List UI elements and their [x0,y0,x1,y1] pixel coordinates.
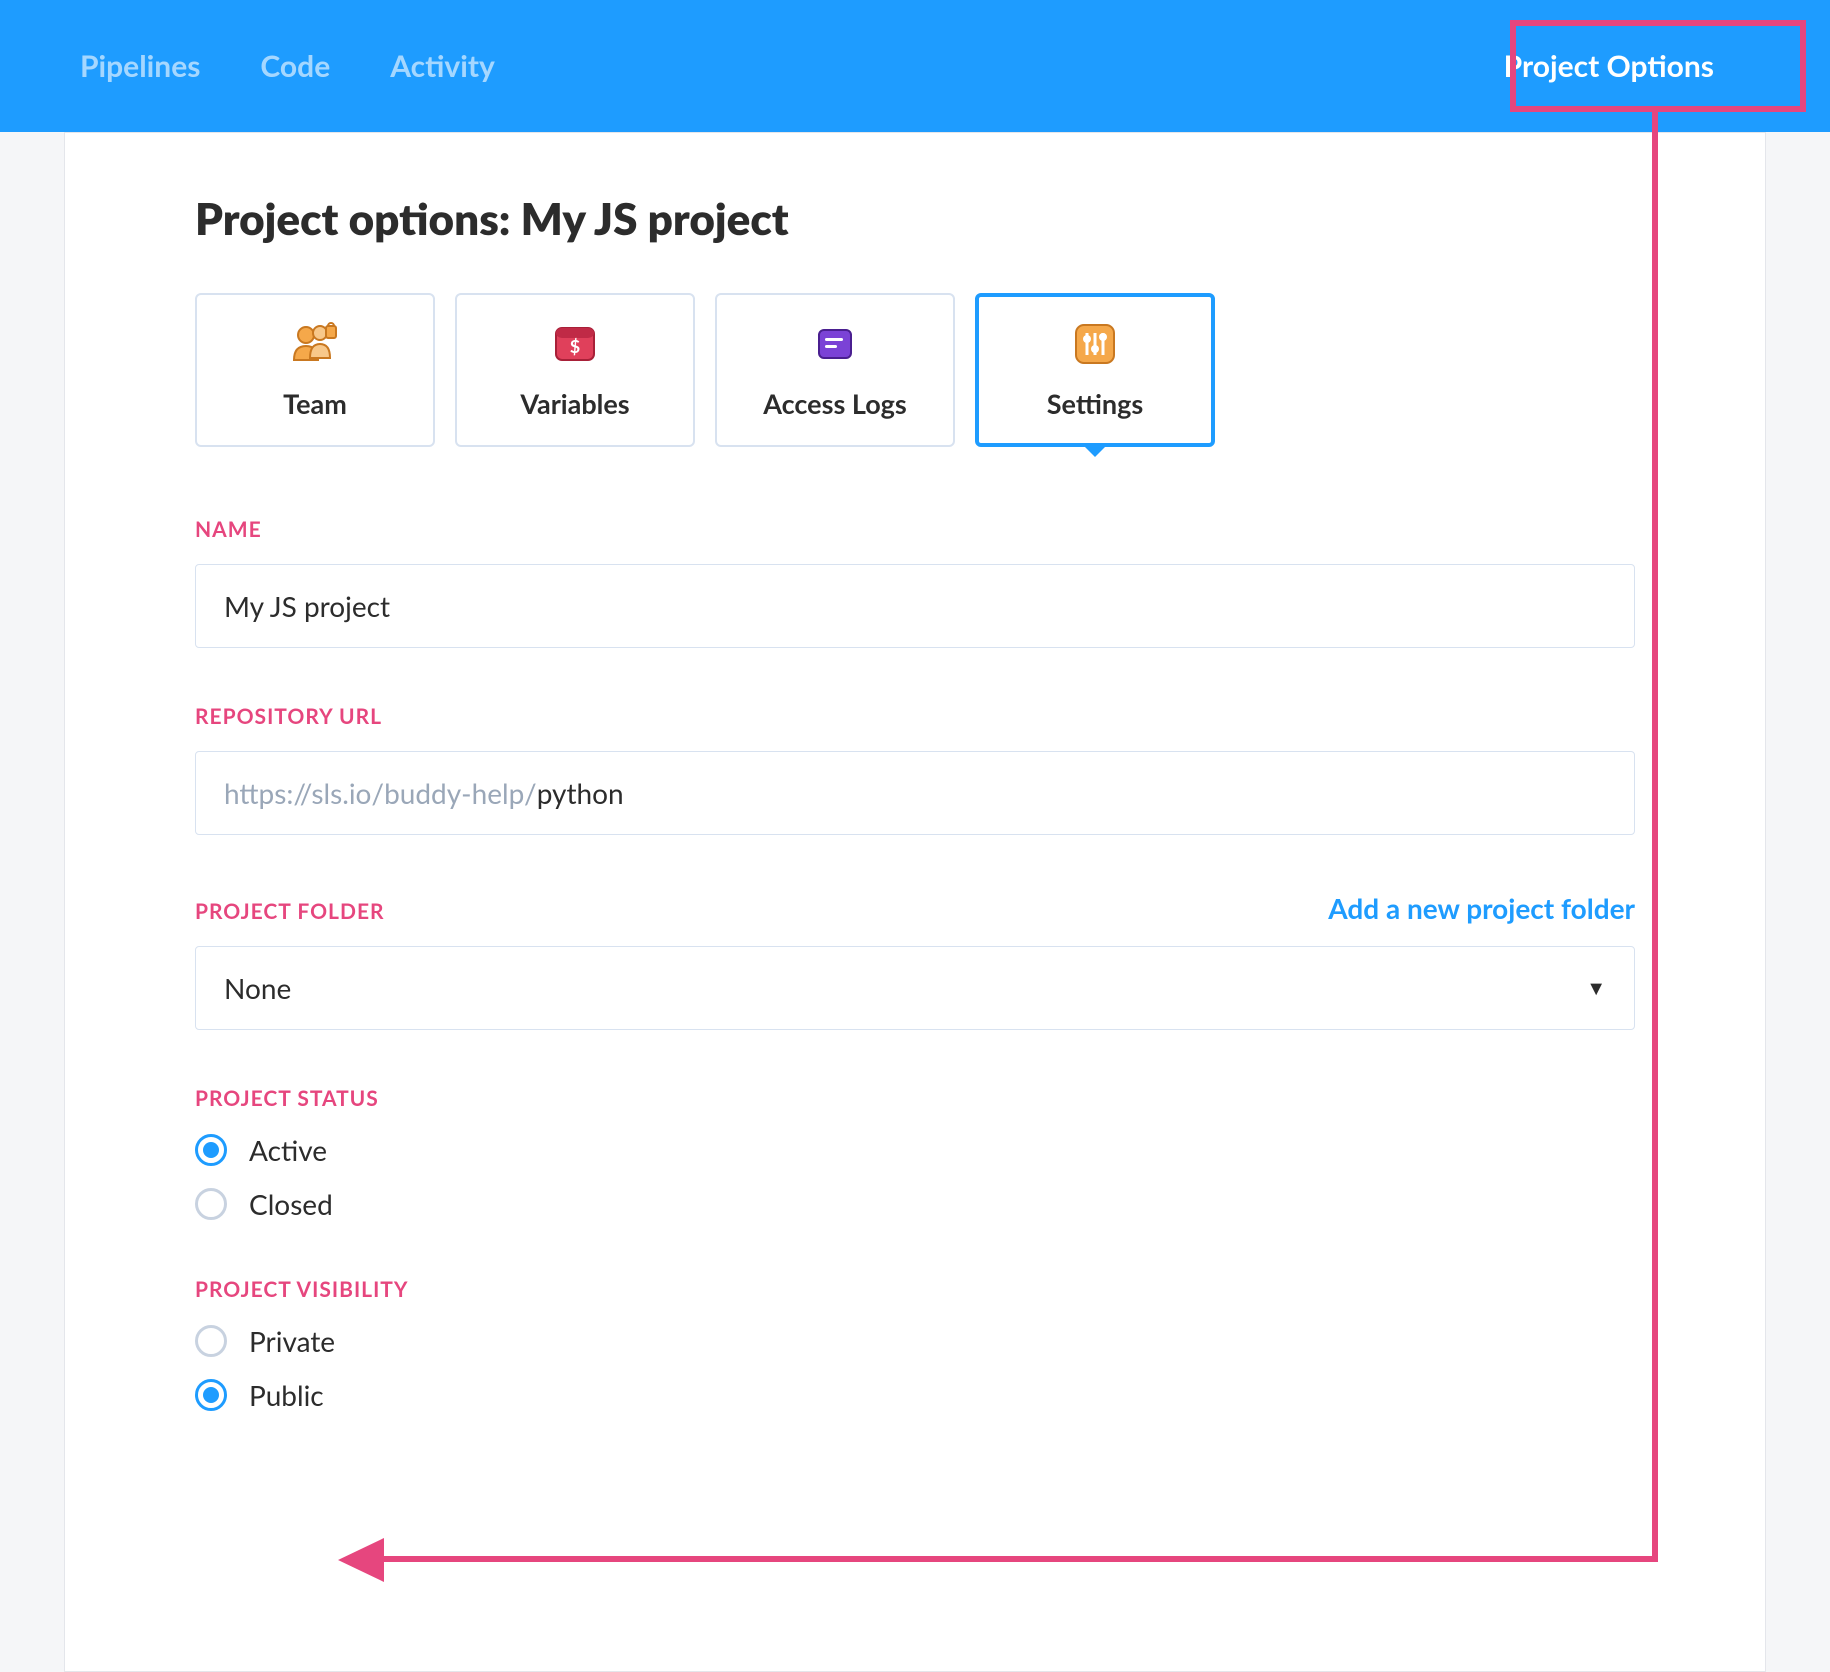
tab-label: Settings [1047,387,1143,420]
section-label-visibility: PROJECT VISIBILITY [195,1277,1635,1302]
radio-icon [195,1134,227,1166]
settings-icon [1070,321,1120,367]
radio-label: Active [249,1133,327,1167]
radio-icon [195,1325,227,1357]
top-nav-bar: Pipelines Code Activity Project Options [0,0,1830,132]
radio-icon [195,1379,227,1411]
section-label-folder: PROJECT FOLDER [195,899,385,924]
tab-variables[interactable]: $ Variables [455,293,695,447]
tab-settings[interactable]: Settings [975,293,1215,447]
team-icon [290,321,340,367]
radio-label: Closed [249,1187,333,1221]
svg-text:$: $ [570,335,580,357]
visibility-option-private[interactable]: Private [195,1324,1635,1358]
tab-label: Variables [520,387,629,420]
chevron-down-icon: ▼ [1586,976,1606,1001]
radio-label: Public [249,1378,324,1412]
radio-label: Private [249,1324,335,1358]
status-option-closed[interactable]: Closed [195,1187,1635,1221]
nav-link-code[interactable]: Code [260,48,330,84]
status-radio-group: Active Closed [195,1133,1635,1221]
visibility-option-public[interactable]: Public [195,1378,1635,1412]
tab-label: Access Logs [763,387,907,420]
tab-access-logs[interactable]: Access Logs [715,293,955,447]
top-nav-left: Pipelines Code Activity [80,48,495,84]
nav-link-activity[interactable]: Activity [390,48,495,84]
tab-team[interactable]: Team [195,293,435,447]
project-name-input[interactable] [195,564,1635,648]
section-label-name: NAME [195,517,1635,542]
section-label-status: PROJECT STATUS [195,1086,1635,1111]
tab-label: Team [283,387,347,420]
settings-card: Project options: My JS project Team [64,132,1766,1672]
variables-icon: $ [550,321,600,367]
tab-row: Team $ Variables [195,293,1635,447]
add-folder-link[interactable]: Add a new project folder [1328,891,1635,925]
status-option-active[interactable]: Active [195,1133,1635,1167]
folder-selected-value: None [224,971,291,1005]
section-label-repo: REPOSITORY URL [195,704,1635,729]
project-folder-select[interactable]: None ▼ [195,946,1635,1030]
nav-link-pipelines[interactable]: Pipelines [80,48,200,84]
repo-url-prefix: https://sls.io/buddy-help/ [224,776,537,810]
repo-url-value: python [537,776,624,810]
access-logs-icon [810,321,860,367]
repo-url-field[interactable]: https://sls.io/buddy-help/python [195,751,1635,835]
content-wrap: Project options: My JS project Team [0,132,1830,1672]
project-options-button[interactable]: Project Options [1468,24,1750,108]
page-title: Project options: My JS project [195,193,1635,245]
visibility-radio-group: Private Public [195,1324,1635,1412]
radio-icon [195,1188,227,1220]
